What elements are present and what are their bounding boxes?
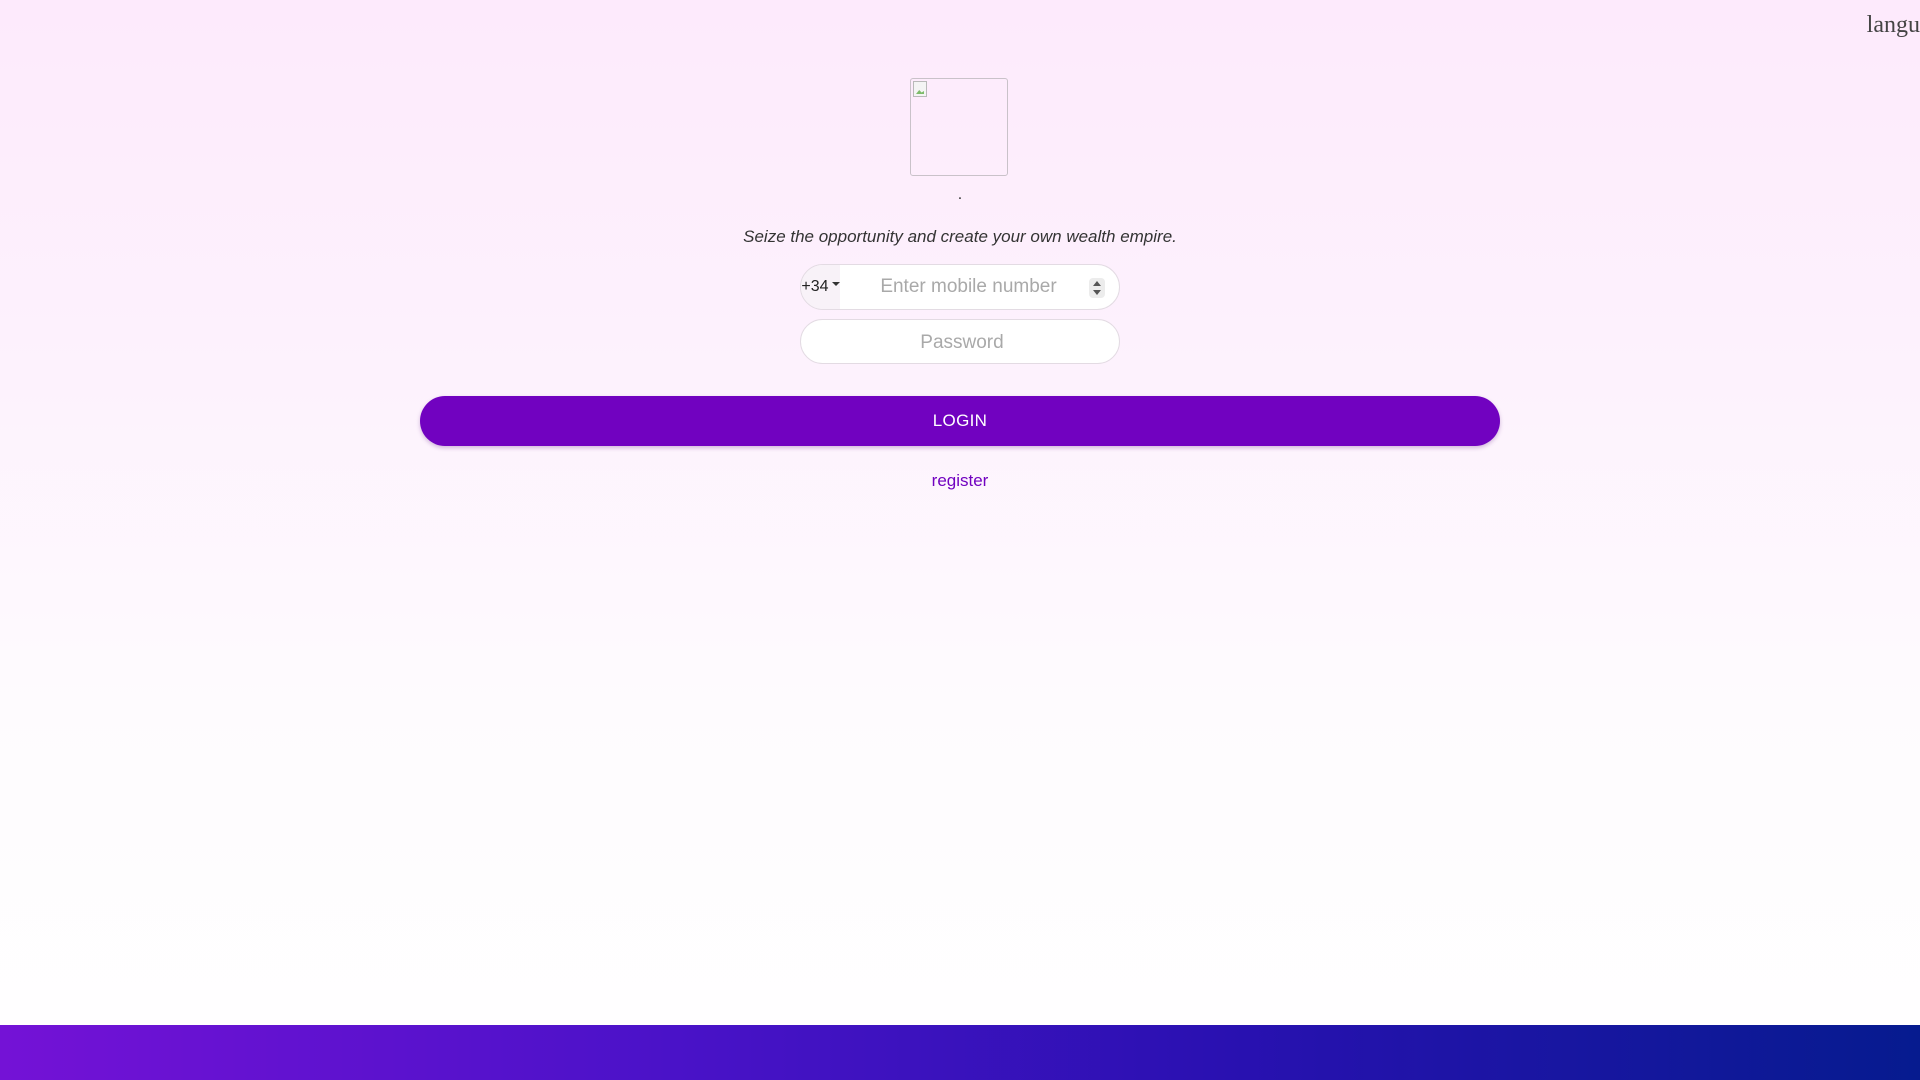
caret-down-icon	[831, 282, 840, 286]
broken-image-icon	[913, 81, 927, 97]
country-code-label: +34	[801, 278, 829, 295]
phone-field: +34	[800, 264, 1120, 310]
bottom-bar	[0, 1025, 1920, 1080]
tagline: Seize the opportunity and create your ow…	[743, 227, 1177, 246]
number-spinner[interactable]	[1089, 278, 1105, 298]
logo-image	[910, 78, 1008, 176]
register-link[interactable]: register	[0, 471, 1920, 491]
password-input[interactable]	[801, 320, 1119, 363]
password-field	[800, 319, 1120, 364]
phone-input[interactable]	[840, 265, 1119, 309]
language-selector[interactable]: langu	[1867, 12, 1920, 39]
country-code-dropdown[interactable]: +34	[801, 265, 840, 309]
login-button[interactable]: LOGIN	[420, 396, 1500, 446]
brand-name: .	[957, 186, 963, 203]
